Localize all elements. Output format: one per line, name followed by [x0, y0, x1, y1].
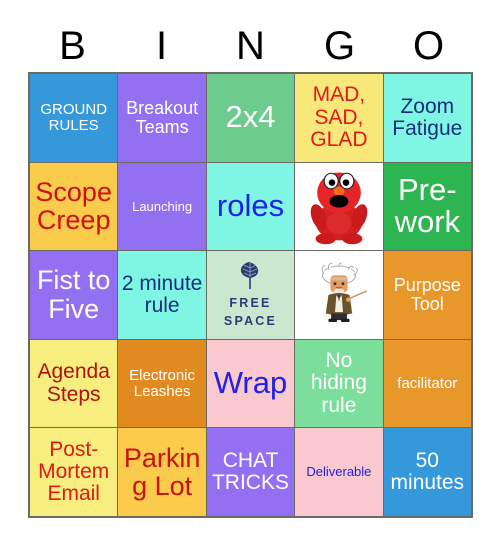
- cell-breakout-teams-label: Breakout Teams: [126, 97, 199, 137]
- cell-ground-rules[interactable]: GROUND RULES: [30, 74, 118, 162]
- einstein-cartoon-image: [321, 262, 367, 323]
- cell-zoom-fatigue-label: Zoom Fatigue: [392, 94, 463, 140]
- cell-einstein-image[interactable]: [295, 251, 383, 339]
- cell-pre-work-label: Pre-work: [394, 171, 461, 240]
- elmo-image-wrapper: [298, 165, 379, 249]
- cell-breakout-teams[interactable]: Breakout Teams: [118, 74, 206, 162]
- cell-2-minute-rule-label: 2 minute rule: [121, 271, 203, 317]
- cell-mad-sad-glad-label: MAD, SAD, GLAD: [310, 83, 368, 151]
- cell-wrap[interactable]: Wrap: [206, 339, 295, 428]
- cell-fist-to-five[interactable]: Fist to Five: [30, 251, 118, 339]
- free-space-content: FREE SPACE: [224, 260, 277, 329]
- cell-facilitator-label: facilitator: [397, 374, 458, 392]
- cell-purpose-tool[interactable]: Purpose Tool: [383, 251, 471, 339]
- cell-post-mortem-email-label: Post-Mortem Email: [38, 437, 110, 506]
- cell-post-mortem-email[interactable]: Post-Mortem Email: [30, 428, 118, 516]
- cell-scope-creep-label: Scope Creep: [35, 176, 112, 236]
- cell-facilitator[interactable]: facilitator: [383, 339, 471, 428]
- cell-wrap-label: Wrap: [213, 365, 288, 401]
- cell-ground-rules-label: GROUND RULES: [40, 100, 108, 134]
- cell-pre-work[interactable]: Pre-work: [383, 162, 471, 251]
- bingo-header: B I N G O: [28, 22, 473, 70]
- cell-chat-tricks[interactable]: CHAT TRICKS: [206, 428, 295, 516]
- cell-free-space[interactable]: FREE SPACE: [206, 251, 295, 339]
- free-space-label-line2: SPACE: [223, 313, 278, 328]
- leaf-icon: [241, 262, 259, 290]
- einstein-image-wrapper: [298, 253, 379, 337]
- cell-deliverable-label: Deliverable: [306, 464, 372, 480]
- cell-scope-creep[interactable]: Scope Creep: [30, 162, 118, 251]
- free-space-label-line1: FREE: [229, 296, 272, 311]
- header-letter-n: N: [236, 24, 265, 68]
- cell-electronic-leashes-label: Electronic Leashes: [129, 366, 196, 400]
- header-letter-i: I: [155, 24, 168, 68]
- header-letter-b: B: [59, 24, 86, 68]
- cell-roles[interactable]: roles: [206, 162, 295, 251]
- bingo-card: B I N G O GROUND RULES Breakout Teams 2x4 M…: [0, 0, 500, 544]
- cell-no-hiding-rule-label: No hiding rule: [310, 349, 367, 417]
- cell-electronic-leashes[interactable]: Electronic Leashes: [118, 339, 206, 428]
- cell-deliverable[interactable]: Deliverable: [295, 428, 383, 516]
- cell-purpose-tool-label: Purpose Tool: [393, 274, 461, 314]
- cell-roles-label: roles: [216, 187, 285, 223]
- cell-mad-sad-glad[interactable]: MAD, SAD, GLAD: [295, 74, 383, 162]
- cell-50-minutes-label: 50 minutes: [390, 448, 465, 495]
- cell-2-minute-rule[interactable]: 2 minute rule: [118, 251, 206, 339]
- elmo-plush-image: [310, 172, 368, 245]
- bingo-grid: GROUND RULES Breakout Teams 2x4 MAD, SAD, G…: [28, 72, 473, 518]
- cell-parking-lot[interactable]: Parking Lot: [118, 428, 206, 516]
- cell-agenda-steps-label: Agenda Steps: [37, 360, 110, 406]
- cell-zoom-fatigue[interactable]: Zoom Fatigue: [383, 74, 471, 162]
- header-letter-o: O: [412, 24, 445, 68]
- cell-elmo-image[interactable]: [295, 162, 383, 251]
- cell-chat-tricks-label: CHAT TRICKS: [211, 448, 289, 495]
- cell-2x4[interactable]: 2x4: [206, 74, 295, 162]
- cell-agenda-steps[interactable]: Agenda Steps: [30, 339, 118, 428]
- cell-launching-label: Launching: [132, 198, 193, 214]
- cell-launching[interactable]: Launching: [118, 162, 206, 251]
- cell-parking-lot-label: Parking Lot: [123, 442, 201, 502]
- cell-2x4-label: 2x4: [225, 99, 276, 135]
- header-letter-g: G: [323, 24, 356, 68]
- cell-fist-to-five-label: Fist to Five: [36, 265, 111, 324]
- cell-50-minutes[interactable]: 50 minutes: [383, 428, 471, 516]
- cell-no-hiding-rule[interactable]: No hiding rule: [295, 339, 383, 428]
